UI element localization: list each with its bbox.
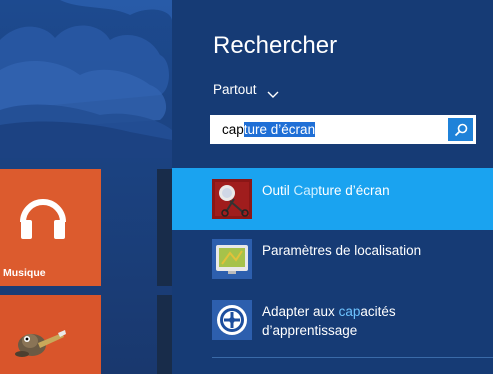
search-scope-label: Partout [213,82,257,97]
tile-partial[interactable] [157,169,172,286]
search-query-text[interactable]: capture d’écran [222,122,316,137]
result-text-prefix: Adapter aux [262,304,339,319]
search-title: Rechercher [213,32,338,59]
search-charm-panel: Rechercher Partout capture d’écran Outil… [172,0,493,374]
location-settings-icon [212,239,252,279]
tile-gimp[interactable] [0,295,101,374]
search-result-ease-of-access-label: Adapter aux capacités d’apprentissage [262,302,396,340]
search-result-ease-of-access[interactable]: Adapter aux capacités d’apprentissage [172,290,493,356]
result-text-suffix: ture d’écran [318,183,390,198]
result-text-suffix: acités [360,304,396,319]
search-button[interactable] [448,118,473,141]
search-icon [454,123,467,136]
search-query-plain: cap [222,122,244,137]
headphones-icon [15,190,71,251]
search-input[interactable]: capture d’écran [210,115,476,144]
result-text-line2: d’apprentissage [262,323,358,338]
search-query-selection: ture d’écran [243,122,316,137]
search-result-location-settings-label: Paramètres de localisation [262,243,422,258]
chevron-down-icon [267,87,279,98]
result-text-match: cap [338,304,361,319]
snipping-tool-icon [212,179,252,219]
result-text-match: Cap [293,183,319,198]
gimp-icon [12,321,66,366]
tile-music[interactable]: Musique [0,169,101,286]
tile-music-label: Musique [3,267,46,279]
tile-partial-2[interactable] [157,295,172,374]
search-result-snipping-tool[interactable]: Outil Capture d’écran [172,168,493,230]
search-scope-dropdown[interactable]: Partout [213,82,279,98]
search-result-snipping-tool-label: Outil Capture d’écran [262,181,390,200]
search-result-location-settings[interactable]: Paramètres de localisation [172,230,493,290]
ease-of-access-icon [212,300,252,340]
results-divider [212,357,493,358]
result-text-prefix: Outil [262,183,294,198]
